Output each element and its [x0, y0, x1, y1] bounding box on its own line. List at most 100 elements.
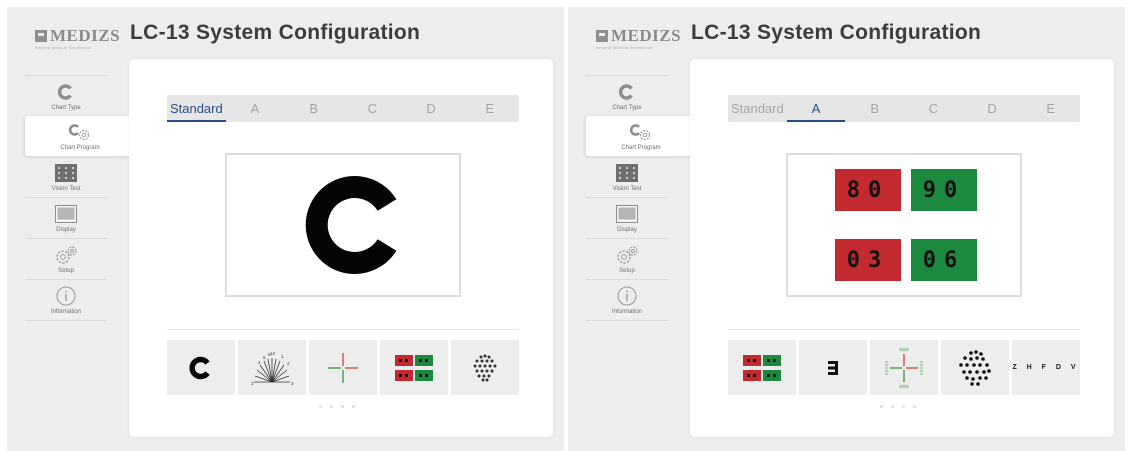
thumb-dot-cluster[interactable]: [941, 340, 1009, 395]
sidebar-item-label: Setup: [619, 267, 635, 274]
dot-cluster-icon: [959, 349, 991, 386]
sidebar: Chart Type Chart Program Vision Test Dis…: [25, 75, 135, 321]
page-dot[interactable]: [341, 405, 344, 408]
dial-number: 3: [291, 381, 294, 386]
thumb-astigmatism-dial[interactable]: 4 5 6 12 1 2 3 3: [238, 340, 306, 395]
chart-thumbnails: 4 5 6 12 1 2 3 3: [167, 340, 519, 395]
logo-mark-icon: [35, 30, 47, 42]
dial-number: 3: [251, 381, 254, 386]
sidebar-item-setup[interactable]: Setup: [25, 238, 107, 279]
tab-c[interactable]: C: [343, 95, 402, 122]
green-number-box: 90: [911, 169, 977, 211]
red-number-box: 03: [835, 239, 901, 281]
red-green-numbers-icon: [395, 354, 433, 381]
logo-tagline: Beyond Medical Excellence: [596, 45, 653, 50]
thumb-cross-target[interactable]: [309, 340, 377, 395]
cross-target-green-icon: [885, 347, 923, 388]
divider: [728, 329, 1080, 330]
thumb-cross-target-green[interactable]: [870, 340, 938, 395]
tab-standard[interactable]: Standard: [167, 95, 226, 122]
number-text: 03: [846, 247, 890, 273]
astigmatism-dial-icon: 4 5 6 12 1 2 3 3: [251, 351, 294, 386]
landolt-c-icon: [57, 82, 75, 102]
tab-c[interactable]: C: [904, 95, 963, 122]
logo-tagline: Beyond Medical Excellence: [35, 45, 92, 50]
screen-program-a: MEDIZS Beyond Medical Excellence LC-13 S…: [568, 7, 1125, 451]
page-dot[interactable]: [352, 405, 355, 408]
landolt-c-thumb-icon: [189, 356, 210, 379]
chart-program-gear-icon: [628, 122, 654, 142]
tab-standard[interactable]: Standard: [728, 95, 787, 122]
sidebar-item-label: Display: [56, 226, 76, 233]
tab-a[interactable]: A: [226, 95, 285, 122]
landolt-c-chart-icon: [305, 176, 397, 274]
sidebar-item-setup[interactable]: Setup: [586, 238, 668, 279]
tab-d[interactable]: D: [402, 95, 461, 122]
thumb-red-green-numbers[interactable]: [380, 340, 448, 395]
logo-mark-icon: [596, 30, 608, 42]
page-dot[interactable]: [880, 405, 883, 408]
screen-standard: MEDIZS Beyond Medical Excellence LC-13 S…: [7, 7, 564, 451]
sidebar-item-chart-type[interactable]: Chart Type: [25, 75, 107, 116]
number-text: 06: [922, 247, 966, 273]
tab-b[interactable]: B: [284, 95, 343, 122]
program-tabs: Standard A B C D E: [167, 95, 519, 122]
dial-number: 12: [270, 351, 276, 356]
logo-name: MEDIZS: [50, 26, 121, 45]
thumb-red-green-numbers[interactable]: [728, 340, 796, 395]
brand-logo: MEDIZS Beyond Medical Excellence: [596, 26, 686, 50]
page-dot[interactable]: [913, 405, 916, 408]
page-title: LC-13 System Configuration: [691, 21, 982, 44]
page-dot[interactable]: [902, 405, 905, 408]
sidebar-item-label: Setup: [58, 267, 74, 274]
thumb-snellen-letters[interactable]: Z H F D V: [1012, 340, 1080, 395]
sidebar-item-display[interactable]: Display: [25, 197, 107, 238]
dial-number: 1: [281, 354, 284, 359]
sidebar: Chart Type Chart Program Vision Test Dis…: [586, 75, 696, 321]
tab-d[interactable]: D: [963, 95, 1022, 122]
thumb-dot-cluster[interactable]: [451, 340, 519, 395]
brand-logo: MEDIZS Beyond Medical Excellence: [35, 26, 125, 50]
setup-gears-icon: [615, 245, 639, 265]
sidebar-item-information[interactable]: Information: [25, 279, 107, 321]
logo-name: MEDIZS: [611, 26, 682, 45]
dial-number: 4: [258, 360, 261, 365]
page-dot[interactable]: [891, 405, 894, 408]
tab-a[interactable]: A: [786, 95, 846, 122]
sidebar-item-label: Vision Test: [51, 185, 81, 192]
vision-test-grid-icon: [55, 163, 77, 183]
sidebar-item-label: Information: [611, 308, 642, 315]
thumb-tumbling-e[interactable]: [799, 340, 867, 395]
sidebar-item-chart-program[interactable]: Chart Program: [25, 116, 135, 156]
info-icon: [617, 285, 637, 306]
display-monitor-icon: [55, 204, 77, 224]
sidebar-item-vision-test[interactable]: Vision Test: [586, 156, 668, 197]
red-green-numbers-icon: [743, 354, 781, 381]
number-text: 80: [846, 177, 890, 203]
tumbling-e-icon: [828, 360, 838, 375]
display-monitor-icon: [616, 204, 638, 224]
thumb-landolt-c[interactable]: [167, 340, 235, 395]
sidebar-item-vision-test[interactable]: Vision Test: [25, 156, 107, 197]
page-dot[interactable]: [330, 405, 333, 408]
page-title: LC-13 System Configuration: [130, 21, 421, 44]
page-dot[interactable]: [319, 405, 322, 408]
sidebar-item-information[interactable]: Information: [586, 279, 668, 321]
sidebar-item-label: Chart Type: [51, 104, 81, 111]
snellen-letters: Z H F D V: [1012, 364, 1080, 371]
config-panel: Standard A B C D E 80 90 03 06 Z H F D V: [690, 59, 1114, 437]
green-number-box: 06: [911, 239, 977, 281]
tab-b[interactable]: B: [845, 95, 904, 122]
sidebar-item-chart-type[interactable]: Chart Type: [586, 75, 668, 116]
info-icon: [56, 285, 76, 306]
sidebar-item-label: Display: [617, 226, 637, 233]
tab-e[interactable]: E: [460, 95, 519, 122]
sidebar-item-label: Chart Program: [60, 144, 100, 151]
sidebar-item-chart-program[interactable]: Chart Program: [586, 116, 696, 156]
dot-cluster-icon: [473, 354, 497, 381]
sidebar-item-display[interactable]: Display: [586, 197, 668, 238]
setup-gears-icon: [54, 245, 78, 265]
page-indicator: [880, 405, 916, 408]
number-text: 90: [922, 177, 966, 203]
tab-e[interactable]: E: [1021, 95, 1080, 122]
